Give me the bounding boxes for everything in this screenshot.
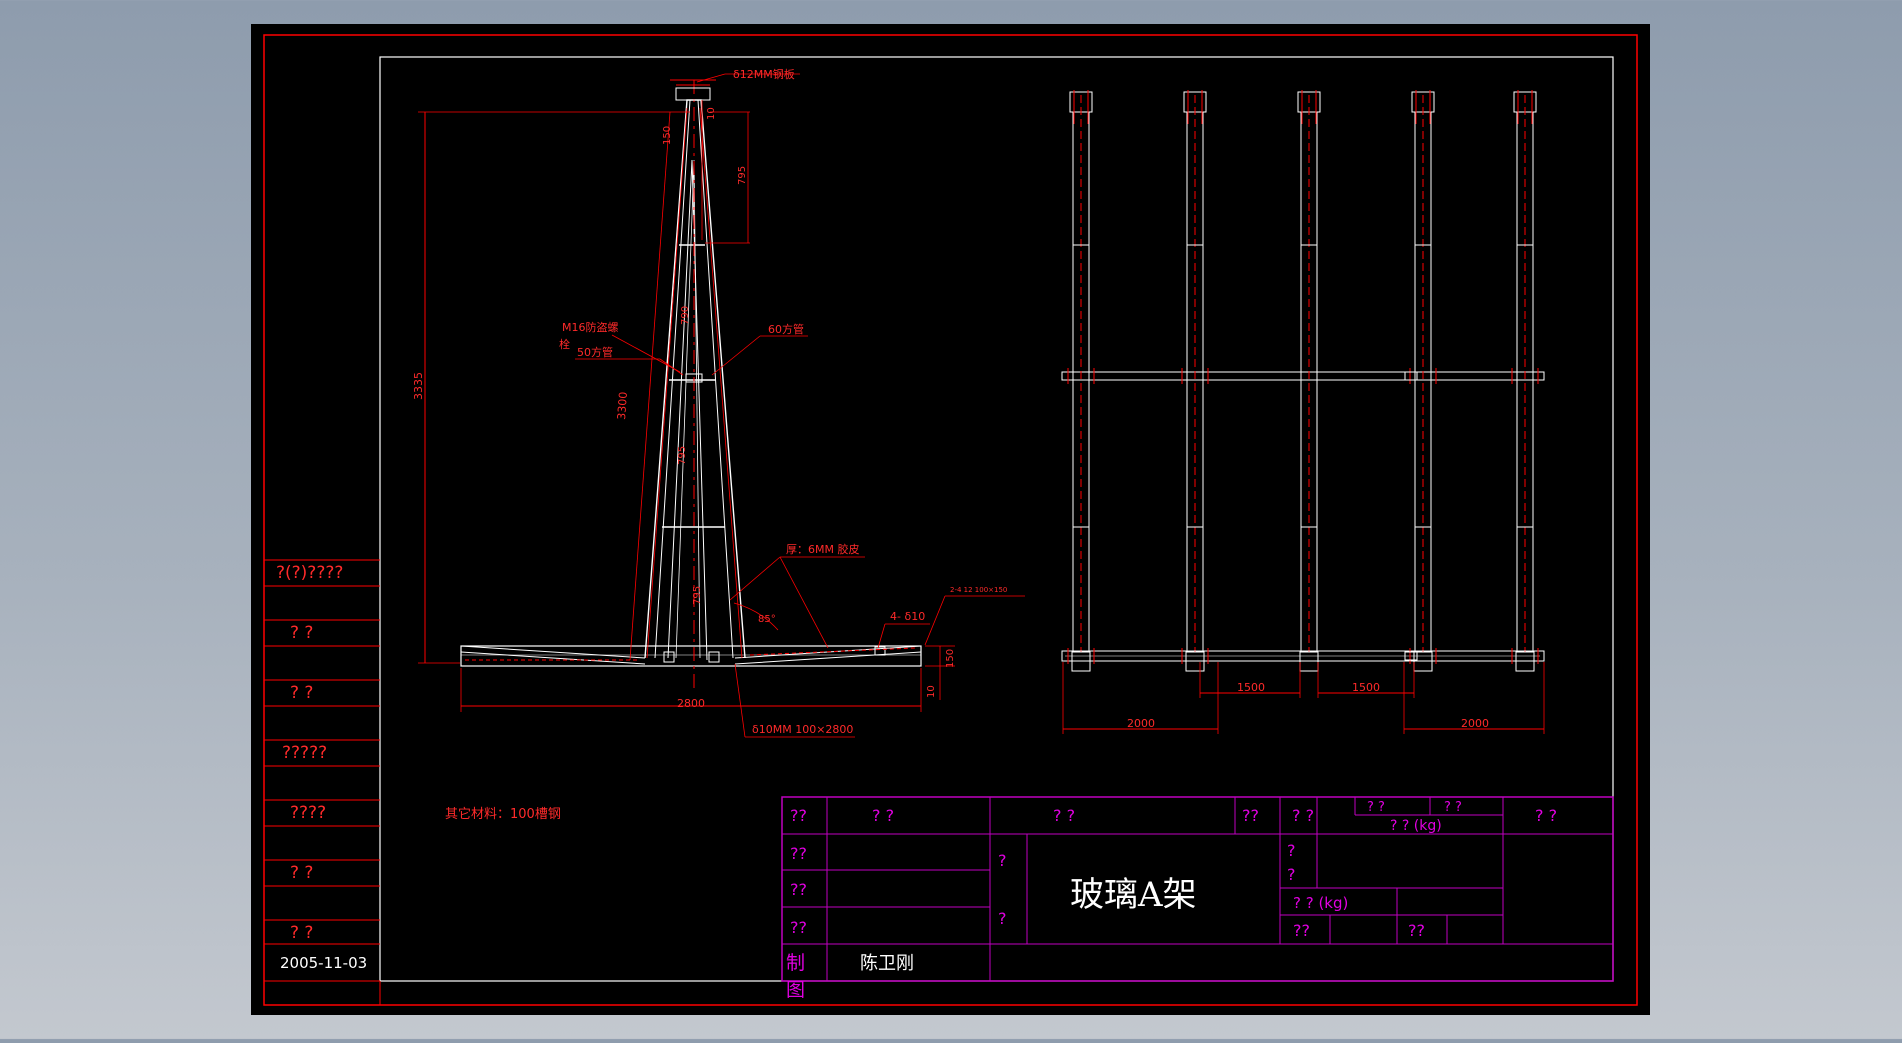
drawer-label-1: 制 xyxy=(786,952,805,974)
strip-label-1: ?(?)???? xyxy=(276,563,343,583)
strip-label-4: ????? xyxy=(282,743,327,763)
dim-150-top: 150 xyxy=(662,126,673,145)
dim-795-top: 795 xyxy=(737,166,748,185)
tb-q-right-bot: ? xyxy=(1287,865,1296,884)
note-base-plate: δ10MM 100×2800 xyxy=(752,723,853,736)
tb-weight-2: ? ? (kg) xyxy=(1293,894,1348,912)
tb-r1c6a: ? ? xyxy=(1367,800,1385,815)
drawing-sheet xyxy=(251,24,1650,1015)
note-bolt-1: M16防盗螺 xyxy=(562,320,619,334)
note-bolt-2: 栓 xyxy=(559,337,570,351)
tb-r1c5: ? ? xyxy=(1292,806,1314,825)
drawing-canvas[interactable]: ?(?)???? ? ? ? ? ????? ???? ? ? ? ? 2005… xyxy=(0,0,1902,1039)
note-tube-50: 50方管 xyxy=(577,345,613,359)
drawer-name: 陈卫刚 xyxy=(860,953,914,974)
dim-1500-a: 1500 xyxy=(1237,681,1265,694)
note-top-plate: δ12MM钢板 xyxy=(733,67,795,81)
dim-790-mid: 790 xyxy=(680,306,691,325)
drawing-title: 玻璃A架 xyxy=(1070,875,1197,915)
other-material-note: 其它材料：100槽钢 xyxy=(445,806,561,822)
dim-795-low: 795 xyxy=(677,446,688,465)
tb-r3c1: ?? xyxy=(790,880,807,899)
dim-1500-b: 1500 xyxy=(1352,681,1380,694)
tb-r1c3: ? ? xyxy=(1053,806,1075,825)
tb-weight-1: ? ? (kg) xyxy=(1390,818,1442,834)
tb-r1c4: ?? xyxy=(1242,806,1259,825)
dim-150-base: 150 xyxy=(945,649,956,668)
dim-795-bottom: 795 xyxy=(692,586,703,605)
tb-r1c1: ?? xyxy=(790,806,807,825)
tb-r2c1: ?? xyxy=(790,844,807,863)
strip-label-5: ???? xyxy=(290,803,326,823)
dim-3300: 3300 xyxy=(615,391,630,420)
note-rubber: 厚：6MM 胶皮 xyxy=(786,542,859,556)
tb-r1c6b: ? ? xyxy=(1444,800,1462,815)
drawing-date: 2005-11-03 xyxy=(280,954,367,972)
strip-label-2: ? ? xyxy=(290,623,313,643)
tb-q-right-top: ? xyxy=(1287,841,1296,860)
strip-label-3: ? ? xyxy=(290,683,313,703)
dim-2800: 2800 xyxy=(677,697,705,710)
tb-r4c1: ?? xyxy=(790,918,807,937)
tb-r4-a: ?? xyxy=(1293,921,1310,940)
drawer-label-2: 图 xyxy=(786,979,805,1001)
dim-2000-b: 2000 xyxy=(1461,717,1489,730)
dim-3335: 3335 xyxy=(412,372,425,400)
tb-q-left-top: ? xyxy=(998,851,1007,870)
note-angle: 85° xyxy=(758,614,776,625)
strip-label-7: ? ? xyxy=(290,923,313,943)
tb-r1c7: ? ? xyxy=(1535,806,1557,825)
dim-2000-a: 2000 xyxy=(1127,717,1155,730)
note-plate: 2-4 12 100×150 xyxy=(950,586,1007,594)
note-tube-60: 60方管 xyxy=(768,322,804,336)
tb-r4-b: ?? xyxy=(1408,921,1425,940)
dim-10-top: 10 xyxy=(706,107,717,120)
cad-viewport[interactable]: ?(?)???? ? ? ? ? ????? ???? ? ? ? ? 2005… xyxy=(0,0,1902,1039)
tb-q-left-bot: ? xyxy=(998,909,1007,928)
tb-r1c2: ? ? xyxy=(872,806,894,825)
strip-label-6: ? ? xyxy=(290,863,313,883)
note-holes: 4- δ10 xyxy=(890,610,925,623)
dim-10-base: 10 xyxy=(926,685,937,698)
